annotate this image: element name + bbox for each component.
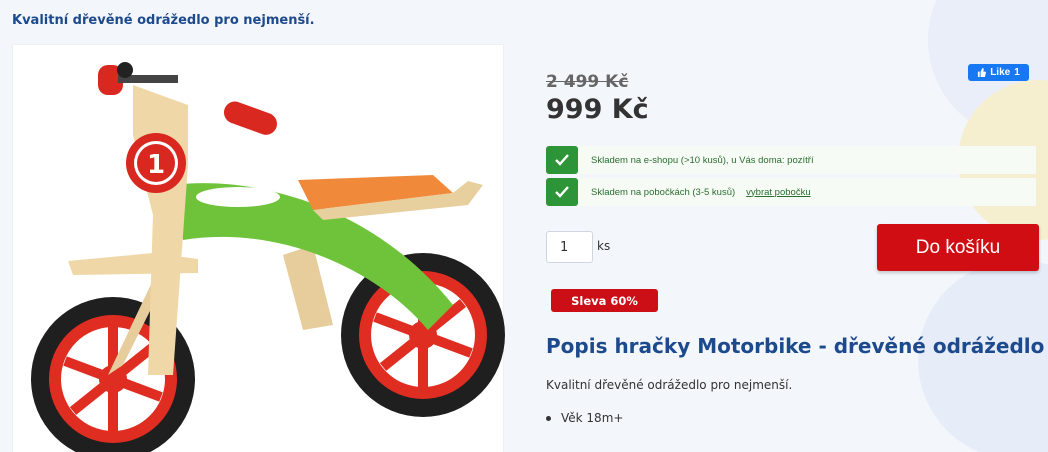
facebook-like-button[interactable]: Like 1: [968, 64, 1029, 81]
old-price: 2 499 Kč: [546, 72, 629, 92]
page-tagline: Kvalitní dřevěné odrážedlo pro nejmenší.: [12, 13, 315, 28]
thumbs-up-icon: [978, 68, 987, 77]
number-badge: 1: [147, 150, 165, 180]
add-to-cart-button[interactable]: Do košíku: [877, 224, 1039, 271]
select-branch-link[interactable]: vybrat pobočku: [746, 187, 810, 198]
check-icon: [546, 178, 578, 206]
facebook-like-count: 1: [1014, 67, 1020, 78]
stock-eshop-text: Skladem na e-shopu (>10 kusů), u Vás dom…: [591, 154, 814, 166]
check-icon: [546, 146, 578, 174]
bullet-text: Věk 18m+: [561, 411, 624, 425]
current-price: 999 Kč: [546, 94, 649, 125]
list-item: Věk 18m+: [546, 411, 623, 425]
description-bullets: Věk 18m+: [546, 411, 623, 425]
discount-badge: Sleva 60%: [551, 289, 658, 312]
facebook-like-label: Like: [990, 67, 1011, 78]
quantity-unit: ks: [597, 239, 611, 253]
stock-branches-text: Skladem na pobočkách (3-5 kusů): [591, 186, 736, 198]
description-text: Kvalitní dřevěné odrážedlo pro nejmenší.: [546, 378, 793, 392]
product-image[interactable]: 1: [12, 44, 505, 452]
bullet-icon: [546, 415, 551, 421]
stock-branches: Skladem na pobočkách (3-5 kusů) vybrat p…: [546, 178, 1036, 206]
balance-bike-illustration: 1: [31, 62, 505, 452]
quantity-input[interactable]: [546, 231, 593, 263]
stock-eshop: Skladem na e-shopu (>10 kusů), u Vás dom…: [546, 146, 1036, 174]
description-title: Popis hračky Motorbike - dřevěné odrážed…: [546, 334, 1045, 358]
